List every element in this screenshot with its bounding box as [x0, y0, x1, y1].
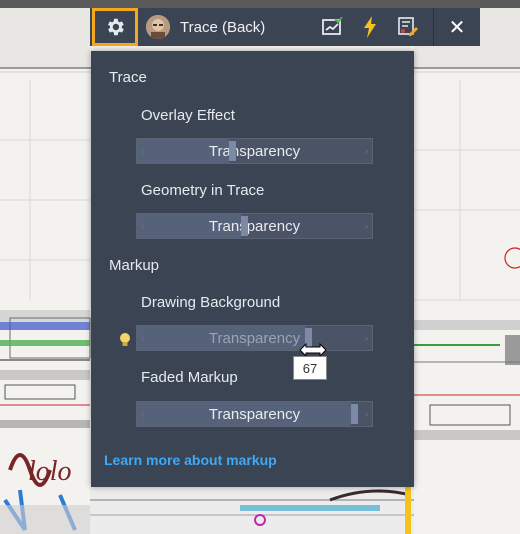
- gear-icon: [108, 18, 124, 36]
- close-button[interactable]: ✕: [434, 8, 480, 46]
- drawing-background-slider-label: Transparency: [208, 329, 301, 347]
- drawing-background-slider[interactable]: ‹ › Transparency: [136, 325, 373, 351]
- settings-button[interactable]: [92, 8, 138, 46]
- geometry-in-trace-slider-thumb[interactable]: [241, 216, 248, 236]
- geometry-in-trace-slider-label: Transparency: [208, 217, 301, 235]
- faded-markup-label: Faded Markup: [141, 369, 238, 386]
- markup-section-title: Markup: [109, 257, 160, 274]
- avatar: [146, 15, 170, 39]
- overlay-effect-label: Overlay Effect: [141, 107, 235, 124]
- markup-edit-button[interactable]: [389, 8, 427, 46]
- faded-markup-slider-label: Transparency: [208, 405, 301, 423]
- trace-back-label: Trace (Back): [180, 18, 266, 36]
- slider-value-tooltip: 67: [293, 356, 327, 380]
- resize-cursor-icon: [299, 343, 327, 357]
- faded-markup-slider-thumb[interactable]: [351, 404, 358, 424]
- trace-compare-button[interactable]: [313, 8, 351, 46]
- learn-more-link[interactable]: Learn more about markup: [104, 452, 277, 468]
- lightbulb-icon: [120, 333, 130, 346]
- lightning-icon: [364, 16, 376, 38]
- trace-section-title: Trace: [109, 69, 147, 86]
- overlay-effect-slider-label: Transparency: [208, 142, 301, 160]
- lightning-button[interactable]: [351, 8, 389, 46]
- faded-markup-slider[interactable]: ‹ › Transparency: [136, 401, 373, 427]
- overlay-effect-slider[interactable]: ‹ › Transparency: [136, 138, 373, 164]
- close-icon: ✕: [448, 16, 466, 39]
- trace-compare-icon: [322, 17, 343, 35]
- trace-toolbar: Trace (Back) ✕: [90, 8, 480, 46]
- overlay-effect-slider-thumb[interactable]: [229, 141, 236, 161]
- svg-text:lolo: lolo: [28, 456, 72, 487]
- geometry-in-trace-slider[interactable]: ‹ › Transparency: [136, 213, 373, 239]
- markup-edit-icon: [398, 17, 418, 36]
- trace-settings-panel: Trace Overlay Effect ‹ › Transparency Ge…: [91, 51, 414, 487]
- drawing-background-label: Drawing Background: [141, 294, 281, 311]
- trace-user[interactable]: Trace (Back): [146, 8, 265, 46]
- geometry-in-trace-label: Geometry in Trace: [141, 182, 265, 199]
